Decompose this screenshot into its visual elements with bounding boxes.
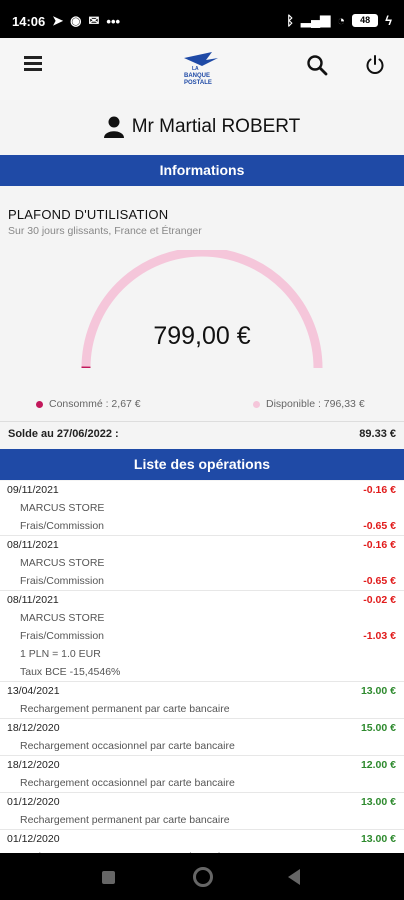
- battery-icon: 48: [352, 13, 379, 27]
- operation-detail: Rechargement permanent par carte bancair…: [20, 814, 230, 826]
- operation-date: 08/11/2021: [7, 539, 59, 551]
- operation-date: 09/11/2021: [7, 484, 59, 496]
- location-icon: ◉: [70, 13, 82, 28]
- operation-detail: 1 PLN = 1.0 EUR: [20, 648, 101, 660]
- operation-detail-amount: -0.65 €: [363, 575, 396, 587]
- operation-amount: -0.02 €: [363, 594, 396, 606]
- operation-date: 18/12/2020: [7, 759, 60, 771]
- operation-detail: Rechargement occasionnel par carte banca…: [20, 777, 235, 789]
- solde-value: 89.33 €: [359, 428, 396, 440]
- mail-icon: ✉: [88, 13, 100, 28]
- operation-amount: -0.16 €: [363, 539, 396, 551]
- operation-detail: MARCUS STORE: [20, 612, 105, 624]
- operation-detail-amount: -0.65 €: [363, 520, 396, 532]
- legend-available: Disponible : 796,33 €: [253, 398, 365, 410]
- more-icon: •••: [106, 13, 121, 29]
- informations-header: Informations: [0, 155, 404, 186]
- app-bar: LA BANQUE POSTALE: [0, 38, 404, 100]
- user-icon: [103, 116, 124, 138]
- plafond-amount: 799,00 €: [153, 322, 251, 350]
- search-icon[interactable]: [306, 54, 328, 76]
- operations-header: Liste des opérations: [0, 449, 404, 480]
- consumed-dot: [36, 400, 43, 408]
- battery-level: 48: [360, 15, 371, 25]
- signal-icon: ▂▄▆: [301, 12, 331, 27]
- operation-date: 01/12/2020: [7, 833, 60, 845]
- operation-item[interactable]: 01/12/2020 13.00 € Rechargement permanent …: [0, 793, 404, 830]
- legend-consumed: Consommé : 2,67 €: [36, 398, 141, 410]
- la-banque-postale-logo: LA BANQUE POSTALE: [184, 52, 218, 86]
- operation-detail: MARCUS STORE: [20, 557, 105, 569]
- operation-item[interactable]: 18/12/2020 12.00 € Rechargement occasionne…: [0, 756, 404, 793]
- solde-row: Solde au 27/06/2022 : 89.33 €: [0, 421, 404, 447]
- operation-item[interactable]: 09/11/2021 -0.16 € MARCUS STORE Frais/Commi…: [0, 481, 404, 536]
- plafond-title: PLAFOND D'UTILISATION: [8, 207, 169, 222]
- operation-detail: Frais/Commission: [20, 575, 105, 587]
- operation-detail: Frais/Commission: [20, 630, 105, 642]
- back-icon[interactable]: [288, 869, 300, 885]
- available-label: Disponible : 796,33 €: [266, 398, 365, 410]
- logo-text-3: POSTALE: [184, 80, 212, 86]
- operation-detail: MARCUS STORE: [20, 502, 105, 514]
- logo-text-2: BANQUE: [184, 73, 210, 79]
- plafond-gauge: [81, 250, 323, 369]
- operation-detail: Rechargement permanent par carte bancair…: [20, 703, 230, 715]
- logo-text-1: LA: [192, 66, 199, 72]
- status-time: 14:06: [12, 13, 46, 29]
- home-icon[interactable]: [193, 867, 213, 887]
- operation-detail: Taux BCE -15,4546%: [20, 666, 121, 678]
- user-name: Mr Martial ROBERT: [131, 116, 301, 137]
- solde-label: Solde au 27/06/2022 :: [8, 428, 119, 440]
- operations-list[interactable]: 09/11/2021 -0.16 € MARCUS STORE Frais/Commi…: [0, 481, 404, 853]
- operation-detail: Rechargement occasionnel par carte banca…: [20, 740, 235, 752]
- operation-item[interactable]: 18/12/2020 15.00 € Rechargement occasionne…: [0, 719, 404, 756]
- operation-date: 18/12/2020: [7, 722, 60, 734]
- telegram-icon: ➤: [52, 13, 64, 28]
- operation-item[interactable]: 01/12/202013.00 €Rechargement permanent …: [0, 830, 404, 853]
- operation-amount: 13.00 €: [360, 685, 396, 697]
- user-row: Mr Martial ROBERT: [0, 110, 404, 144]
- operation-amount: 12.00 €: [360, 759, 396, 771]
- operation-amount: 13.00 €: [360, 833, 396, 845]
- operation-date: 01/12/2020: [7, 796, 60, 808]
- operation-amount: 15.00 €: [360, 722, 396, 734]
- operation-item[interactable]: 08/11/2021 -0.16 € MARCUS STORE Frais/Commi…: [0, 536, 404, 591]
- power-icon[interactable]: [364, 54, 386, 76]
- navigation-bar: [0, 853, 404, 900]
- charging-icon: ϟ: [385, 12, 392, 28]
- plafond-subtitle: Sur 30 jours glissants, France et Étrang…: [8, 225, 202, 237]
- available-dot: [253, 400, 260, 408]
- status-bar: 14:06 ➤ ◉ ✉ ••• ᛒ ▂▄▆ ◔ 48 ϟ: [0, 0, 404, 38]
- consumed-label: Consommé : 2,67 €: [49, 398, 141, 410]
- operation-date: 08/11/2021: [7, 594, 59, 606]
- operation-detail: Frais/Commission: [20, 520, 105, 532]
- operation-amount: -0.16 €: [363, 484, 396, 496]
- bluetooth-icon: ᛒ: [286, 12, 295, 28]
- operation-detail-amount: -1.03 €: [363, 630, 396, 642]
- operation-item[interactable]: 13/04/2021 13.00 € Rechargement permanent …: [0, 682, 404, 719]
- wifi-icon: ◔: [337, 12, 346, 28]
- operation-date: 13/04/2021: [7, 685, 60, 697]
- menu-icon[interactable]: [24, 56, 42, 74]
- recent-apps-icon[interactable]: [102, 871, 115, 884]
- operation-item[interactable]: 08/11/2021 -0.02 € MARCUS STORE Frais/Commi…: [0, 591, 404, 682]
- operation-amount: 13.00 €: [360, 796, 396, 808]
